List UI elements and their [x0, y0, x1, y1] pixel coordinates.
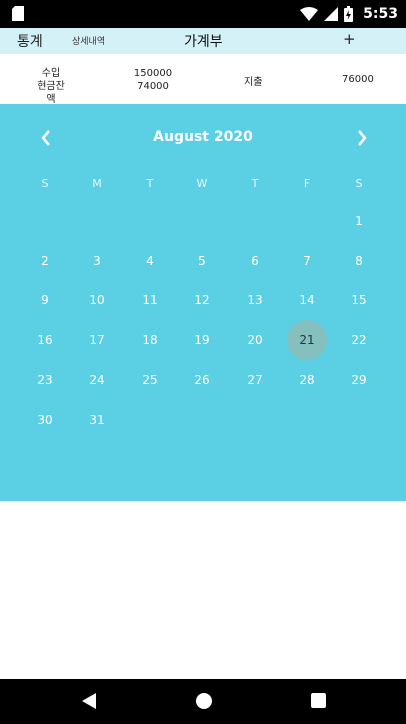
income-label: 수입: [41, 68, 61, 79]
wifi-icon: [300, 7, 319, 21]
calendar-day[interactable]: 10: [77, 280, 117, 320]
calendar-day[interactable]: 7: [287, 241, 327, 281]
calendar-day[interactable]: 20: [235, 320, 275, 360]
calendar-day[interactable]: 19: [182, 320, 222, 360]
page-title: 가계부: [184, 34, 223, 50]
recents-icon[interactable]: [310, 691, 328, 711]
calendar-day[interactable]: 17: [77, 320, 117, 360]
weekday-label: M: [92, 177, 102, 190]
calendar-day-selected[interactable]: 21: [287, 320, 327, 361]
calendar-day[interactable]: 4: [130, 241, 170, 281]
stats-tab[interactable]: 통계: [17, 31, 43, 51]
screen: 5:53 통계 상세내역 가계부 + 수입 현금잔액 150000 74000 …: [0, 0, 406, 724]
status-bar: 5:53: [0, 0, 406, 28]
calendar-day[interactable]: 23: [25, 360, 65, 400]
calendar-day[interactable]: 22: [339, 320, 379, 360]
cell-signal-icon: [324, 7, 339, 21]
navigation-bar: [0, 679, 406, 724]
calendar-day[interactable]: 27: [235, 360, 275, 400]
calendar-day[interactable]: 5: [182, 241, 222, 281]
calendar-day[interactable]: 31: [77, 400, 117, 440]
add-button[interactable]: +: [343, 30, 356, 48]
calendar-day[interactable]: 26: [182, 360, 222, 400]
calendar-day[interactable]: 29: [339, 360, 379, 400]
calendar-day[interactable]: 6: [235, 241, 275, 281]
calendar-day[interactable]: 30: [25, 400, 65, 440]
sd-card-icon: [12, 6, 24, 21]
calendar-day[interactable]: 9: [25, 280, 65, 320]
weekday-label: S: [355, 177, 363, 190]
income-values: 150000 74000: [130, 67, 176, 93]
calendar-day[interactable]: 3: [77, 241, 117, 281]
weekday-label: T: [251, 177, 259, 190]
calendar-day[interactable]: 2: [25, 241, 65, 281]
top-toolbar: 통계 상세내역 가계부 +: [0, 28, 406, 54]
summary-panel: 수입 현금잔액 150000 74000 지출 76000: [0, 54, 406, 106]
weekday-label: T: [146, 177, 154, 190]
calendar: August 2020 SMTWTFS 1 2 3 4 5 6 7 8 9 10 11 12 13 14 1…: [0, 104, 406, 501]
cash-balance-value: 74000: [137, 81, 169, 92]
cash-balance-label: 현금잔액: [37, 81, 65, 105]
income-labels: 수입 현금잔액: [34, 67, 68, 106]
calendar-day[interactable]: 15: [339, 280, 379, 320]
calendar-day[interactable]: 18: [130, 320, 170, 360]
expense-value: 76000: [342, 74, 374, 85]
battery-charging-icon: [344, 6, 354, 22]
calendar-day[interactable]: 14: [287, 280, 327, 320]
details-tab[interactable]: 상세내역: [72, 34, 105, 47]
calendar-day[interactable]: 25: [130, 360, 170, 400]
next-month-button[interactable]: [354, 128, 370, 148]
expense-label: 지출: [244, 77, 263, 88]
weekday-label: W: [196, 177, 208, 190]
weekday-label: F: [303, 177, 311, 190]
calendar-day[interactable]: 24: [77, 360, 117, 400]
calendar-day[interactable]: 12: [182, 280, 222, 320]
weekday-label: S: [41, 177, 49, 190]
income-value: 150000: [133, 68, 173, 79]
calendar-day[interactable]: 16: [25, 320, 65, 360]
calendar-day[interactable]: 13: [235, 280, 275, 320]
calendar-day[interactable]: 1: [339, 201, 379, 241]
calendar-day[interactable]: 11: [130, 280, 170, 320]
status-time: 5:53: [363, 6, 398, 22]
calendar-day[interactable]: 8: [339, 241, 379, 281]
month-label: August 2020: [153, 129, 253, 145]
home-icon[interactable]: [194, 691, 214, 711]
calendar-day[interactable]: 28: [287, 360, 327, 400]
back-icon[interactable]: [80, 691, 98, 711]
